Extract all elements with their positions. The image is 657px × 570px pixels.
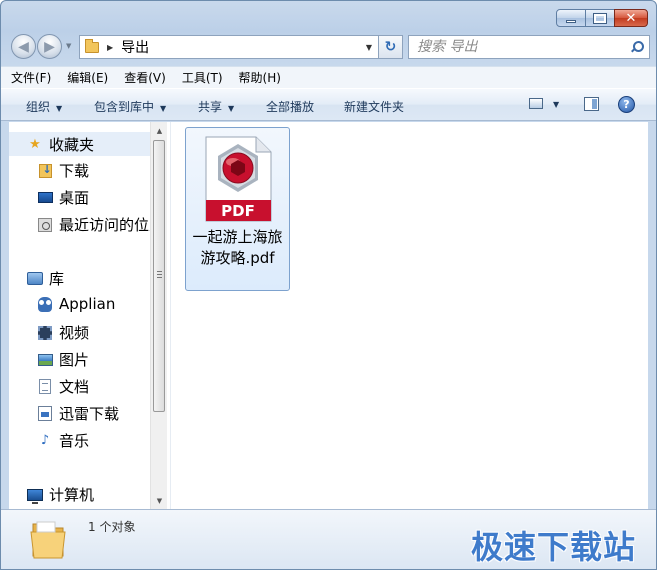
menu-help[interactable]: 帮助(H) <box>239 69 281 86</box>
nav-item-label: 视频 <box>59 324 90 342</box>
nav-item-label: Applian <box>59 295 116 313</box>
search-icon[interactable] <box>631 41 644 53</box>
menu-tools[interactable]: 工具(T) <box>182 69 223 86</box>
nav-pane-scrollbar[interactable]: ▲ ▼ <box>150 122 167 509</box>
maximize-button[interactable] <box>585 9 615 27</box>
music-note-icon: ♪ <box>40 433 50 448</box>
menu-bar: 文件(F) 编辑(E) 查看(V) 工具(T) 帮助(H) <box>1 66 656 88</box>
help-icon[interactable]: ? <box>618 96 635 113</box>
close-icon: ✕ <box>625 10 637 26</box>
pdf-label: PDF <box>221 202 255 220</box>
scroll-down-arrow-icon[interactable]: ▼ <box>151 492 168 509</box>
nav-item-label: 迅雷下载 <box>59 405 120 423</box>
navigation-pane: ★ 收藏夹 下载 桌面 最近访问的位置 库 Applian 视频 <box>9 122 167 509</box>
document-library-icon <box>39 379 51 394</box>
back-button[interactable]: ◀ <box>11 34 36 59</box>
nav-item-label: 桌面 <box>59 189 90 207</box>
nav-item-videos[interactable]: 视频 <box>37 322 89 343</box>
view-options-dropdown-icon[interactable]: ▼ <box>553 100 559 109</box>
nav-computer-label: 计算机 <box>49 486 95 504</box>
nav-item-pictures[interactable]: 图片 <box>37 349 89 370</box>
nav-item-label: 音乐 <box>59 432 90 450</box>
recent-pages-dropdown[interactable]: ▼ <box>66 42 71 50</box>
file-item[interactable]: PDF 一起游上海旅游攻略.pdf <box>185 127 290 291</box>
menu-view[interactable]: 查看(V) <box>124 69 166 86</box>
preview-pane-icon[interactable] <box>584 97 599 111</box>
nav-item-label: 最近访问的位置 <box>59 216 165 234</box>
breadcrumb-chevron-icon[interactable]: ▶ <box>107 43 113 52</box>
picture-library-icon <box>37 353 53 366</box>
maximize-icon <box>593 12 607 24</box>
star-icon: ★ <box>29 136 41 152</box>
nav-item-recent-places[interactable]: 最近访问的位置 <box>37 214 164 235</box>
organize-button[interactable]: 组织 ▼ <box>26 98 62 115</box>
share-label: 共享 <box>198 100 223 114</box>
file-list-area: PDF 一起游上海旅游攻略.pdf <box>170 122 648 509</box>
nav-item-applian[interactable]: Applian <box>37 295 115 313</box>
caption-buttons: ✕ <box>556 9 648 27</box>
watermark-logo: 极速下载站 <box>470 528 636 566</box>
search-box[interactable] <box>408 35 650 59</box>
scrollbar-thumb[interactable] <box>153 140 165 412</box>
nav-item-downloads[interactable]: 下载 <box>37 160 89 181</box>
forward-button[interactable]: ▶ <box>37 34 62 59</box>
menu-file[interactable]: 文件(F) <box>11 69 51 86</box>
chevron-down-icon: ▼ <box>56 104 63 113</box>
explorer-window: ✕ ◀ ▶ ▼ ▶ 导出 ▼ ↻ 文件(F) 编辑(E) 查看(V) 工具(T)… <box>0 0 657 570</box>
video-library-icon <box>38 325 52 340</box>
desktop-icon <box>37 192 53 203</box>
recent-places-icon <box>38 217 52 232</box>
chevron-down-icon: ▼ <box>228 104 235 113</box>
command-bar: 组织 ▼ 包含到库中 ▼ 共享 ▼ 全部播放 新建文件夹 ▼ ? <box>1 88 656 121</box>
download-folder-icon <box>38 163 52 178</box>
pdf-file-icon: PDF <box>205 136 272 222</box>
change-view-icon[interactable] <box>529 98 543 109</box>
nav-item-music[interactable]: ♪ 音乐 <box>37 430 89 451</box>
forward-arrow-icon: ▶ <box>44 38 55 55</box>
details-pane: 1 个对象 极速下载站 <box>1 509 656 569</box>
share-button[interactable]: 共享 ▼ <box>198 98 234 115</box>
nav-favorites[interactable]: ★ 收藏夹 <box>9 132 150 156</box>
nav-libraries[interactable]: 库 <box>27 268 64 289</box>
folder-icon <box>85 38 99 53</box>
nav-computer[interactable]: 计算机 <box>27 484 94 505</box>
computer-icon <box>27 488 43 504</box>
minimize-icon <box>566 19 576 23</box>
new-folder-button[interactable]: 新建文件夹 <box>344 98 404 115</box>
grip-icon <box>157 271 162 278</box>
scroll-up-arrow-icon[interactable]: ▲ <box>151 122 168 139</box>
close-button[interactable]: ✕ <box>614 9 648 27</box>
address-dropdown-icon[interactable]: ▼ <box>366 43 372 52</box>
nav-item-label: 图片 <box>59 351 90 369</box>
minimize-button[interactable] <box>556 9 586 27</box>
include-in-library-button[interactable]: 包含到库中 ▼ <box>94 98 166 115</box>
nav-item-label: 文档 <box>59 378 90 396</box>
xunlei-download-library-icon <box>38 406 52 421</box>
refresh-icon: ↻ <box>384 39 397 55</box>
breadcrumb-current-folder[interactable]: 导出 <box>121 37 149 57</box>
refresh-button[interactable]: ↻ <box>378 35 403 59</box>
include-in-library-label: 包含到库中 <box>94 100 155 114</box>
nav-item-xunlei-downloads[interactable]: 迅雷下载 <box>37 403 119 424</box>
play-all-button[interactable]: 全部播放 <box>266 98 314 115</box>
applian-owl-icon <box>38 296 52 312</box>
library-icon <box>27 272 43 285</box>
menu-edit[interactable]: 编辑(E) <box>67 69 108 86</box>
back-arrow-icon: ◀ <box>18 38 29 55</box>
organize-label: 组织 <box>26 100 51 114</box>
folder-icon <box>30 521 66 559</box>
navigation-row: ◀ ▶ ▼ ▶ 导出 ▼ ↻ <box>9 33 650 61</box>
nav-favorites-label: 收藏夹 <box>49 135 95 154</box>
address-bar[interactable]: ▶ 导出 ▼ <box>79 35 379 59</box>
chevron-down-icon: ▼ <box>160 104 167 113</box>
item-count: 1 个对象 <box>88 520 136 534</box>
search-input[interactable] <box>417 39 627 55</box>
nav-item-desktop[interactable]: 桌面 <box>37 187 89 208</box>
file-name: 一起游上海旅游攻略.pdf <box>192 228 283 267</box>
nav-item-label: 下载 <box>59 162 90 180</box>
nav-item-documents[interactable]: 文档 <box>37 376 89 397</box>
nav-libraries-label: 库 <box>49 270 65 288</box>
